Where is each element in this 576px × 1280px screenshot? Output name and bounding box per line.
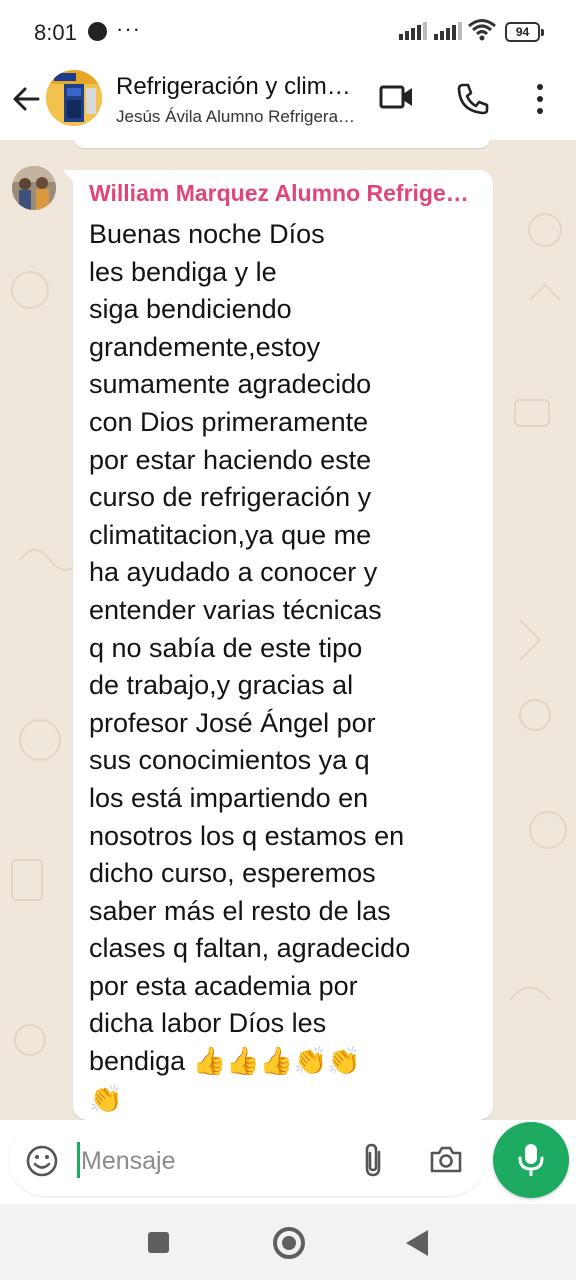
chat-title[interactable]: Refrigeración y climatización <box>116 73 361 101</box>
chat-header: Refrigeración y climatización Jesús Ávil… <box>0 62 576 140</box>
back-arrow-icon[interactable] <box>10 82 44 116</box>
chat-area[interactable]: William Marquez Alumno Refrigeración Bue… <box>0 140 576 1120</box>
message-input-bar <box>9 1124 485 1196</box>
status-bar: 8:01 ··· 94 <box>0 0 576 62</box>
message-text: Buenas noche Díos les bendiga y le siga … <box>89 219 411 1114</box>
video-call-icon[interactable] <box>379 82 415 112</box>
phone-icon[interactable] <box>456 82 490 116</box>
group-avatar[interactable] <box>46 70 102 126</box>
wifi-icon <box>468 19 496 41</box>
chat-subtitle[interactable]: Jesús Ávila Alumno Refrigeración <box>116 107 356 127</box>
status-more: ··· <box>116 16 141 41</box>
sender-avatar-image <box>12 166 56 210</box>
signal-icon <box>399 22 427 40</box>
mic-icon <box>518 1144 544 1176</box>
more-vert-icon[interactable] <box>530 82 550 116</box>
sender-avatar[interactable] <box>12 166 56 210</box>
mic-button[interactable] <box>493 1122 569 1198</box>
battery-icon: 94 <box>505 22 544 42</box>
previous-message-bubble <box>74 140 490 148</box>
sender-name[interactable]: William Marquez Alumno Refrigeración <box>89 180 469 207</box>
system-nav-bar <box>0 1204 576 1280</box>
message-bubble[interactable]: William Marquez Alumno Refrigeración Bue… <box>63 170 493 1120</box>
recents-icon[interactable] <box>148 1232 169 1253</box>
group-avatar-image <box>46 70 102 126</box>
message-input[interactable] <box>79 1140 353 1182</box>
status-time: 8:01 <box>34 20 77 45</box>
attach-icon[interactable] <box>360 1142 386 1178</box>
signal-icon-2 <box>434 22 462 40</box>
nav-back-icon[interactable] <box>406 1230 428 1256</box>
camera-icon[interactable] <box>429 1144 463 1174</box>
emoji-icon[interactable] <box>25 1144 59 1178</box>
home-icon[interactable] <box>273 1227 305 1259</box>
notification-dot-icon <box>88 22 107 41</box>
